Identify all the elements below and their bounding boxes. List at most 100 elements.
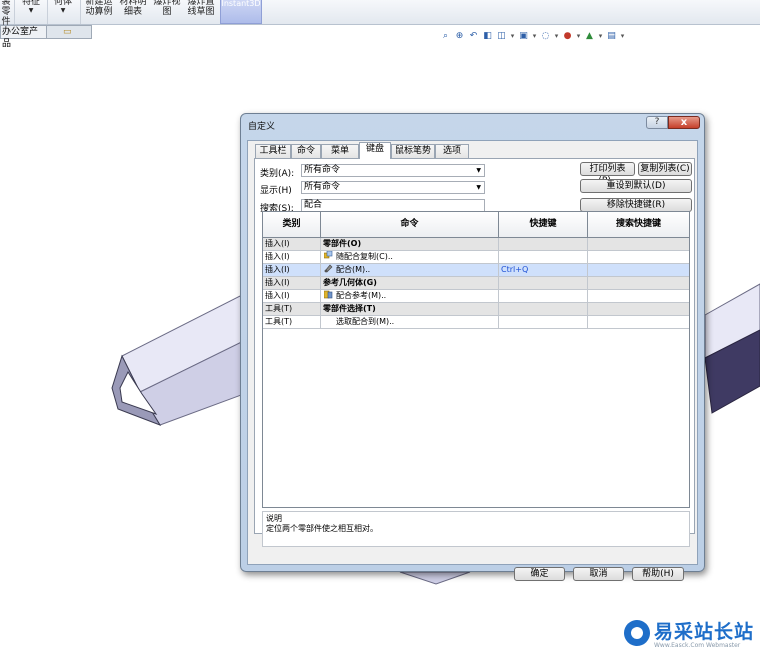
chevron-down-icon: ▼ [28, 7, 34, 14]
print-list-button[interactable]: 打印列表(P).. [580, 162, 635, 186]
ribbon-button-geometry[interactable]: 何体 ▼ [51, 0, 75, 14]
column-header-command[interactable]: 命令 [321, 212, 499, 237]
search-value: 配合 [304, 200, 323, 210]
ribbon-label: 特征 [21, 0, 40, 7]
ribbon-label: 材料明 细表 [119, 0, 147, 17]
cell-shortcut[interactable] [499, 238, 588, 250]
ok-button[interactable]: 确定 [514, 567, 565, 581]
ribbon-separator [14, 0, 15, 24]
ribbon-button-explode-line-sketch[interactable]: 爆炸直 线草图 [186, 0, 216, 17]
cell-category: 插入(I) [263, 264, 321, 276]
ribbon-button-bom[interactable]: 材料明 细表 [118, 0, 148, 17]
tab-label: 键盘 [365, 144, 384, 154]
cell-search-shortcut [588, 303, 689, 315]
tube-bottom [399, 571, 471, 585]
scene-icon[interactable]: ▲ [584, 31, 595, 42]
chevron-down-icon: ▼ [60, 7, 66, 14]
help-icon[interactable]: ? [646, 116, 668, 129]
tab-mouse-gestures[interactable]: 鼠标笔势 [391, 144, 435, 158]
cell-shortcut[interactable] [499, 316, 588, 328]
reset-to-default-button[interactable]: 重设到默认(D) [580, 179, 692, 193]
chevron-down-icon[interactable]: ▾ [620, 31, 625, 42]
view-orientation-icon[interactable]: ◫ [496, 31, 507, 42]
copy-list-button[interactable]: 复制列表(C) [638, 162, 692, 176]
table-row[interactable]: 插入(I) 配合(M).. Ctrl+Q [263, 264, 689, 277]
category-select[interactable]: 所有命令 ▼ [301, 164, 485, 177]
chevron-down-icon[interactable]: ▾ [532, 31, 537, 42]
watermark-subtext: Www.Easck.Com Webmaster [654, 642, 741, 649]
tab-label: 菜单 [330, 146, 349, 156]
tab-menus[interactable]: 菜单 [321, 144, 359, 158]
previous-view-icon[interactable]: ↶ [468, 31, 479, 42]
column-header-shortcut[interactable]: 快捷键 [499, 212, 588, 237]
ribbon-label: Instant3D [221, 0, 261, 8]
cell-command: 配合(M).. [321, 264, 499, 276]
table-row[interactable]: 插入(I) 参考几何体(G) [263, 277, 689, 290]
cell-shortcut[interactable]: Ctrl+Q [499, 264, 588, 276]
show-label: 显示(H) [260, 186, 292, 196]
column-header-search-shortcut[interactable]: 搜索快捷键 [588, 212, 689, 237]
appearance-icon[interactable]: ● [562, 31, 573, 42]
table-header: 类别 命令 快捷键 搜索快捷键 [263, 212, 689, 238]
dialog-title: 自定义 [248, 122, 276, 132]
description-box: 说明 定位两个零部件使之相互相对。 [262, 511, 690, 547]
ribbon-label: 何体 [53, 0, 72, 7]
close-icon[interactable]: x [668, 116, 700, 129]
cancel-button[interactable]: 取消 [573, 567, 624, 581]
hide-show-icon[interactable]: ◌ [540, 31, 551, 42]
table-row[interactable]: 工具(T) 选取配合到(M).. [263, 316, 689, 329]
site-logo-icon [624, 620, 650, 646]
tab-toolbars[interactable]: 工具栏 [255, 144, 291, 158]
help-button[interactable]: 帮助(H) [632, 567, 684, 581]
watermark: 易采站长站 Www.Easck.Com Webmaster [624, 617, 760, 651]
ribbon-button-insert-component[interactable]: 装 零 件 [0, 0, 12, 27]
ribbon-button-new-motion-study[interactable]: 新建运 动算例 [83, 0, 115, 17]
display-style-icon[interactable]: ▣ [518, 31, 529, 42]
table-row[interactable]: 工具(T) 零部件选择(T) [263, 303, 689, 316]
ribbon-button-exploded-view[interactable]: 爆炸视 图 [152, 0, 182, 17]
tab-office-products[interactable]: 办公室产品 [1, 26, 47, 49]
ribbon-button-features[interactable]: 特征 ▼ [19, 0, 43, 14]
cell-category: 插入(I) [263, 238, 321, 250]
ribbon-separator [47, 0, 48, 24]
cell-category: 工具(T) [263, 316, 321, 328]
watermark-text: 易采站长站 [654, 621, 755, 643]
ribbon-label: 爆炸视 图 [153, 0, 181, 17]
chevron-down-icon[interactable]: ▾ [554, 31, 559, 42]
cell-shortcut[interactable] [499, 277, 588, 289]
cell-shortcut[interactable] [499, 303, 588, 315]
zoom-to-fit-icon[interactable]: ⌕ [440, 31, 451, 42]
table-row[interactable]: 插入(I) 零部件(O) [263, 238, 689, 251]
tab-commands[interactable]: 命令 [291, 144, 321, 158]
cell-search-shortcut [588, 264, 689, 276]
tab-keyboard[interactable]: 键盘 [359, 142, 391, 159]
mate-icon [324, 264, 333, 273]
cell-command: 选取配合到(M).. [321, 316, 499, 328]
ribbon-label: 爆炸直 线草图 [187, 0, 215, 17]
table-row[interactable]: 插入(I) 随配合复制(C).. [263, 251, 689, 264]
zoom-area-icon[interactable]: ⊕ [454, 31, 465, 42]
chevron-down-icon[interactable]: ▾ [576, 31, 581, 42]
chevron-down-icon[interactable]: ▾ [510, 31, 515, 42]
cell-shortcut[interactable] [499, 290, 588, 302]
command-text: 随配合复制(C).. [336, 252, 393, 261]
remove-shortcut-button[interactable]: 移除快捷键(R) [580, 198, 692, 212]
column-header-category[interactable]: 类别 [263, 212, 321, 237]
ribbon-label: 装 零 件 [1, 0, 11, 27]
tab-options[interactable]: 选项 [435, 144, 469, 158]
shortcut-table: 类别 命令 快捷键 搜索快捷键 插入(I) 零部件(O) 插入(I) 随配合复制… [262, 211, 690, 508]
customize-dialog: 自定义 ? x 工具栏 命令 菜单 键盘 鼠标笔势 选项 类别(A): 所有命令… [240, 113, 705, 581]
chevron-down-icon[interactable]: ▾ [598, 31, 603, 42]
tab-more-icon[interactable]: ▭ [63, 27, 72, 37]
cell-shortcut[interactable] [499, 251, 588, 263]
section-view-icon[interactable]: ◧ [482, 31, 493, 42]
cell-search-shortcut [588, 251, 689, 263]
table-row[interactable]: 插入(I) 配合参考(M).. [263, 290, 689, 303]
heads-up-view-toolbar: ⌕ ⊕ ↶ ◧ ◫ ▾ ▣ ▾ ◌ ▾ ● ▾ ▲ ▾ ▤ ▾ [440, 29, 625, 43]
view-settings-icon[interactable]: ▤ [606, 31, 617, 42]
command-manager-tabs: 办公室产品 ▭ [0, 25, 92, 49]
ribbon-button-instant3d[interactable]: Instant3D [220, 0, 262, 24]
show-select[interactable]: 所有命令 ▼ [301, 181, 485, 194]
category-value: 所有命令 [304, 165, 341, 175]
cell-command: 零部件(O) [321, 238, 499, 250]
